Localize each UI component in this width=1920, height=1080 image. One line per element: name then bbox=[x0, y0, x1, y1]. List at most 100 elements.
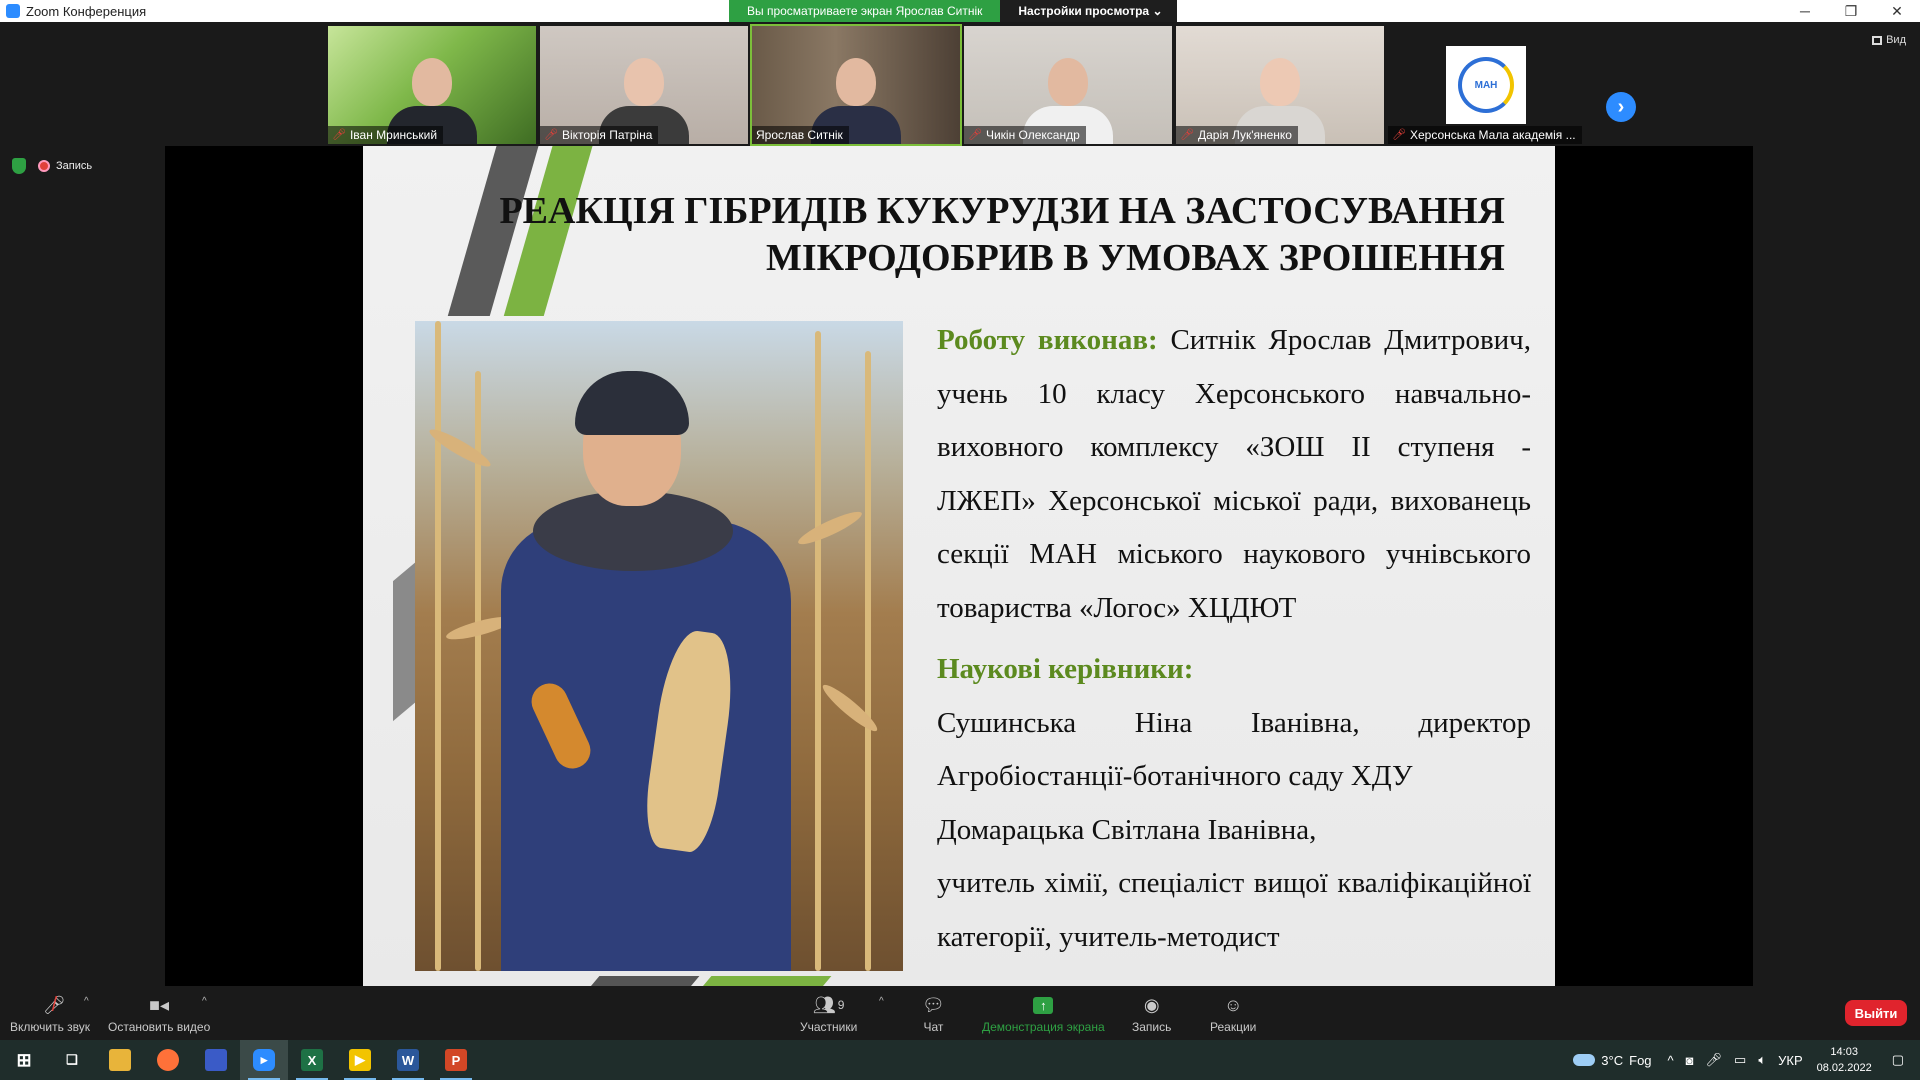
mic-muted-icon: 🎤︎ bbox=[1180, 129, 1194, 141]
participant-tile[interactable]: 🎤︎ Дарія Лук'яненко bbox=[1176, 26, 1384, 144]
author-paragraph: Роботу виконав: Ситнік Ярослав Дмитрович… bbox=[937, 324, 1531, 624]
next-page-arrow-icon[interactable]: › bbox=[1606, 92, 1636, 122]
clock[interactable]: 14:03 08.02.2022 bbox=[1817, 1044, 1872, 1076]
close-button[interactable]: ✕ bbox=[1874, 0, 1920, 22]
participants-button[interactable]: 👥︎ 9 Участники bbox=[800, 994, 857, 1035]
student-photo bbox=[415, 321, 903, 971]
participant-tile[interactable]: 🎤︎ Іван Мринський bbox=[328, 26, 536, 144]
meeting-toolbar: 🎤︎ / Включить звук ^ ■◂ Остановить видео … bbox=[0, 986, 1920, 1040]
audio-options-caret-icon[interactable]: ^ bbox=[84, 996, 89, 1007]
taskbar-excel[interactable]: X bbox=[288, 1040, 336, 1080]
notifications-icon[interactable]: ▢ bbox=[1892, 1052, 1904, 1068]
video-camera-icon: ■◂ bbox=[149, 994, 170, 1015]
recording-indicator[interactable]: Запись bbox=[38, 160, 92, 172]
camera-tray-icon[interactable]: ◙ bbox=[1686, 1053, 1694, 1068]
leave-button[interactable]: Выйти bbox=[1845, 1000, 1907, 1026]
cloud-icon bbox=[1573, 1054, 1596, 1066]
media-player-icon: ▶ bbox=[349, 1049, 371, 1071]
meeting-status: Запись bbox=[12, 158, 92, 174]
shared-screen: РЕАКЦІЯ ГІБРИДІВ КУКУРУДЗИ НА ЗАСТОСУВАН… bbox=[165, 146, 1753, 986]
taskbar-powerpoint[interactable]: P bbox=[432, 1040, 480, 1080]
mic-muted-icon: 🎤︎ bbox=[332, 129, 346, 141]
powerpoint-icon: P bbox=[445, 1049, 467, 1071]
grid-icon bbox=[1872, 35, 1883, 45]
record-button[interactable]: ◉ Запись bbox=[1132, 994, 1171, 1035]
viewing-screen-label: Вы просматриваете экран Ярослав Ситнік bbox=[729, 0, 1001, 22]
zoom-app-icon bbox=[6, 4, 20, 18]
reactions-smiley-icon: ☺ bbox=[1223, 994, 1243, 1015]
reactions-button[interactable]: ☺ Реакции bbox=[1210, 994, 1256, 1035]
slide-body-text: Роботу виконав: Ситнік Ярослав Дмитрович… bbox=[937, 314, 1531, 964]
weather-widget[interactable]: 3°C Fog bbox=[1573, 1053, 1652, 1068]
share-screen-button[interactable]: ↑ Демонстрация экрана bbox=[982, 994, 1105, 1034]
supervisor-1: Сушинська Ніна Іванівна, директор Агробі… bbox=[937, 706, 1531, 793]
slide-decor-stripe bbox=[582, 976, 700, 986]
presentation-slide: РЕАКЦІЯ ГІБРИДІВ КУКУРУДЗИ НА ЗАСТОСУВАН… bbox=[363, 146, 1555, 986]
participant-tile-active[interactable]: Ярослав Ситнік bbox=[750, 24, 962, 146]
participant-tile[interactable]: 🎤︎ Чикін Олександр bbox=[964, 26, 1172, 144]
taskbar-save-app[interactable] bbox=[192, 1040, 240, 1080]
chevron-up-icon[interactable]: ^ bbox=[1668, 1053, 1674, 1068]
mic-muted-icon: 🎤︎ bbox=[1392, 129, 1406, 141]
view-button[interactable]: Вид bbox=[1872, 34, 1906, 46]
participant-tile[interactable]: МАН 🎤︎ Херсонська Мала академія ... bbox=[1388, 26, 1596, 144]
supervisors-heading: Наукові керівники: bbox=[937, 653, 1194, 685]
slide-decor-stripe bbox=[694, 976, 832, 986]
view-options-menu[interactable]: Настройки просмотра ⌄ bbox=[1000, 0, 1177, 22]
window-controls: ─ ❐ ✕ bbox=[1782, 0, 1920, 22]
volume-icon[interactable]: 🔈︎ bbox=[1758, 1052, 1766, 1068]
microphone-tray-icon[interactable]: 🎤︎ bbox=[1706, 1052, 1723, 1068]
view-options-label: Настройки просмотра bbox=[1018, 4, 1150, 18]
chat-bubble-icon: 💬︎ bbox=[922, 994, 945, 1015]
participant-tile[interactable]: 🎤︎ Вікторія Патріна bbox=[540, 26, 748, 144]
windows-taskbar: ⊞ ❑ ▸ X ▶ W P 3°C Fog ^ ◙ 🎤︎ ▭ 🔈︎ УКР 14… bbox=[0, 1040, 1920, 1080]
zoom-icon: ▸ bbox=[253, 1049, 275, 1071]
stop-video-button[interactable]: ■◂ Остановить видео bbox=[108, 994, 210, 1035]
participant-name: 🎤︎ Херсонська Мала академія ... bbox=[1388, 126, 1582, 144]
window-title: Zoom Конференция bbox=[26, 3, 147, 19]
taskbar-player[interactable]: ▶ bbox=[336, 1040, 384, 1080]
taskbar-zoom[interactable]: ▸ bbox=[240, 1040, 288, 1080]
video-options-caret-icon[interactable]: ^ bbox=[202, 996, 207, 1007]
record-dot-icon bbox=[38, 160, 50, 172]
system-tray: 3°C Fog ^ ◙ 🎤︎ ▭ 🔈︎ УКР 14:03 08.02.2022… bbox=[1573, 1040, 1920, 1080]
taskbar-file-explorer[interactable] bbox=[96, 1040, 144, 1080]
folder-icon bbox=[109, 1049, 131, 1071]
participant-name: Ярослав Ситнік bbox=[752, 126, 849, 144]
language-indicator[interactable]: УКР bbox=[1778, 1053, 1803, 1068]
firefox-icon bbox=[157, 1049, 179, 1071]
taskbar-word[interactable]: W bbox=[384, 1040, 432, 1080]
network-icon[interactable]: ▭ bbox=[1734, 1052, 1746, 1068]
participants-caret-icon[interactable]: ^ bbox=[879, 996, 884, 1007]
word-icon: W bbox=[397, 1049, 419, 1071]
excel-icon: X bbox=[301, 1049, 323, 1071]
view-button-label: Вид bbox=[1886, 34, 1906, 46]
mic-muted-icon: 🎤︎ bbox=[544, 129, 558, 141]
chevron-down-icon: ⌄ bbox=[1152, 4, 1163, 18]
share-screen-icon: ↑ bbox=[1033, 996, 1054, 1014]
restore-button[interactable]: ❐ bbox=[1828, 0, 1874, 22]
security-shield-icon[interactable] bbox=[12, 158, 26, 174]
mic-muted-icon: 🎤︎ / bbox=[42, 993, 66, 1016]
task-view-button[interactable]: ❑ bbox=[48, 1040, 96, 1080]
mic-muted-icon: 🎤︎ bbox=[968, 129, 982, 141]
floppy-disk-icon bbox=[205, 1049, 227, 1071]
supervisor-2-role: учитель хімії, спеціаліст вищої кваліфік… bbox=[937, 867, 1531, 953]
share-banner: Вы просматриваете экран Ярослав Ситнік Н… bbox=[729, 0, 1177, 22]
participants-strip: 🎤︎ Іван Мринський 🎤︎ Вікторія Патріна Ярос… bbox=[0, 22, 1920, 146]
start-button[interactable]: ⊞ bbox=[0, 1040, 48, 1080]
participant-name: 🎤︎ Чикін Олександр bbox=[964, 126, 1086, 144]
task-view-icon: ❑ bbox=[66, 1052, 78, 1067]
recording-label: Запись bbox=[56, 160, 93, 172]
participant-name: 🎤︎ Іван Мринський bbox=[328, 126, 444, 144]
minimize-button[interactable]: ─ bbox=[1782, 0, 1828, 22]
supervisor-2-name: Домарацька Світлана Іванівна, bbox=[937, 813, 1317, 846]
participant-name: 🎤︎ Дарія Лук'яненко bbox=[1176, 126, 1298, 144]
record-icon: ◉ bbox=[1143, 994, 1160, 1015]
slide-title: РЕАКЦІЯ ГІБРИДІВ КУКУРУДЗИ НА ЗАСТОСУВАН… bbox=[499, 190, 1505, 279]
chat-button[interactable]: 💬︎ Чат bbox=[922, 994, 945, 1035]
participant-name: 🎤︎ Вікторія Патріна bbox=[540, 126, 659, 144]
unmute-button[interactable]: 🎤︎ / Включить звук bbox=[10, 993, 90, 1035]
taskbar-firefox[interactable] bbox=[144, 1040, 192, 1080]
participants-icon: 👥︎ 9 bbox=[812, 994, 845, 1015]
